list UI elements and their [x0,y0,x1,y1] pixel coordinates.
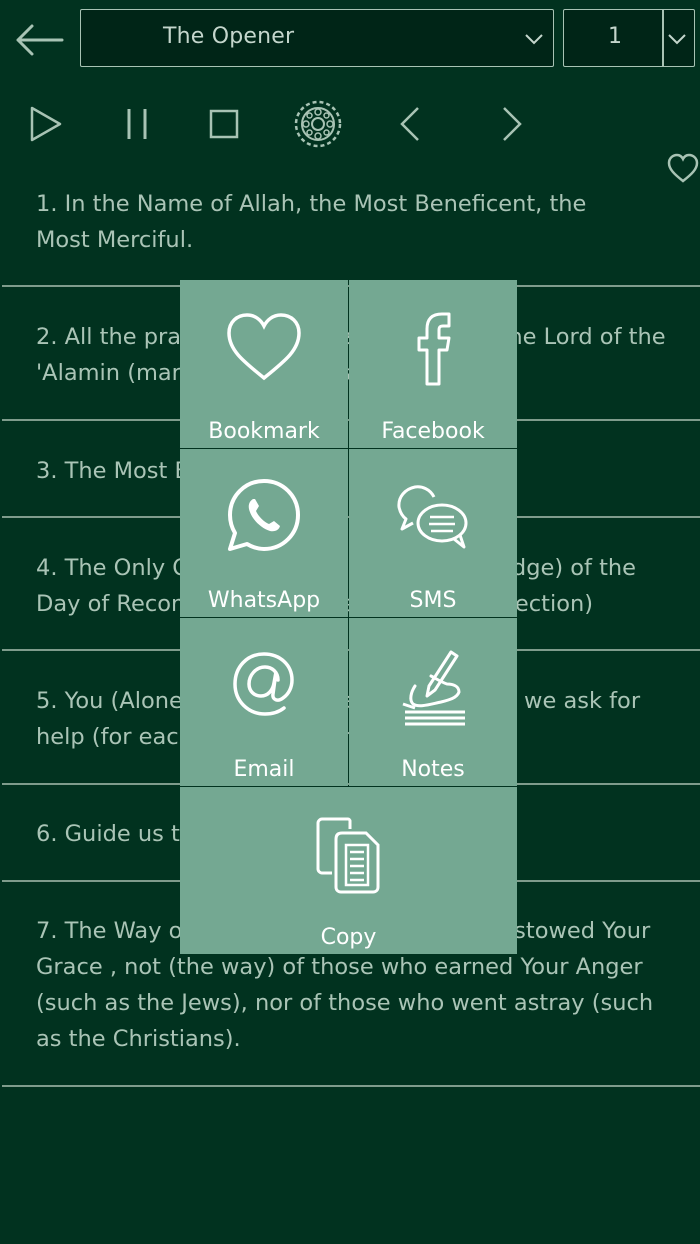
sms-label: SMS [409,588,457,613]
whatsapp-label: WhatsApp [207,588,321,613]
chevron-down-icon [525,34,543,45]
heart-icon [227,313,301,381]
chevron-down-icon [668,34,686,45]
back-arrow-icon[interactable] [12,18,68,62]
verse-select-value: 1 [608,24,622,49]
verse-select-divider [662,10,664,66]
notes-button[interactable]: Notes [349,618,517,786]
chat-bubbles-icon [397,485,468,549]
pause-button[interactable] [120,96,154,152]
pause-icon [127,109,147,139]
copy-label: Copy [320,925,377,950]
facebook-label: Facebook [381,419,485,444]
facebook-button[interactable]: Facebook [349,280,517,448]
whatsapp-icon [228,479,300,551]
notes-label: Notes [401,757,465,782]
next-button[interactable] [494,96,528,152]
verse-text: 1. In the Name of Allah, the Most Benefi… [36,191,587,253]
facebook-icon [417,312,451,386]
handwriting-icon [402,650,465,726]
sms-button[interactable]: SMS [349,449,517,617]
chevron-right-icon [503,107,522,141]
share-menu: Bookmark Facebook WhatsApp SMS Email Not… [180,280,517,954]
bookmark-label: Bookmark [208,419,320,444]
previous-button[interactable] [394,96,428,152]
divider [2,1085,700,1087]
chapter-select-value: The Opener [163,24,295,49]
chevron-left-icon [400,107,419,141]
settings-button[interactable] [290,96,346,152]
at-sign-icon [233,652,294,716]
copy-button[interactable]: Copy [180,787,517,954]
chapter-select[interactable]: The Opener [80,9,554,67]
gear-icon [294,100,342,148]
play-button[interactable] [26,96,66,152]
copy-icon [316,817,379,894]
bookmark-button[interactable]: Bookmark [180,280,348,448]
stop-button[interactable] [204,96,244,152]
play-icon [30,106,62,142]
stop-icon [209,109,239,139]
verse-select[interactable]: 1 [563,9,695,67]
email-button[interactable]: Email [180,618,348,786]
favorite-heart-icon[interactable] [666,153,700,185]
whatsapp-button[interactable]: WhatsApp [180,449,348,617]
email-label: Email [233,757,295,782]
